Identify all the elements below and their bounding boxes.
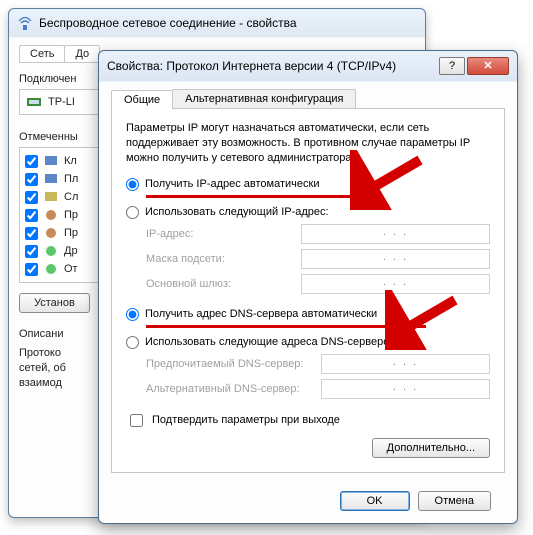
- checkbox[interactable]: [25, 209, 38, 222]
- tab-network[interactable]: Сеть: [19, 45, 65, 62]
- radio-ip-auto[interactable]: [126, 178, 139, 191]
- front-titlebar[interactable]: Свойства: Протокол Интернета версии 4 (T…: [99, 51, 517, 81]
- ipv4-properties-window: Свойства: Протокол Интернета версии 4 (T…: [98, 50, 518, 524]
- dns-pref-input[interactable]: [321, 354, 490, 374]
- driver-icon: [43, 243, 59, 259]
- client-icon: [43, 153, 59, 169]
- validate-label: Подтвердить параметры при выходе: [152, 414, 340, 426]
- protocol-icon: [43, 207, 59, 223]
- validate-checkbox[interactable]: [130, 414, 143, 427]
- ip-address-input[interactable]: [301, 224, 490, 244]
- radio-dns-auto[interactable]: [126, 308, 139, 321]
- close-button[interactable]: ✕: [467, 57, 509, 75]
- front-tab-bar: Общие Альтернативная конфигурация: [111, 89, 505, 109]
- gateway-input[interactable]: [301, 274, 490, 294]
- list-item-label: От: [64, 263, 78, 275]
- ip-address-label: IP-адрес:: [146, 228, 301, 240]
- dns-pref-label: Предпочитаемый DNS-сервер:: [146, 358, 321, 370]
- list-item-label: Пр: [64, 227, 78, 239]
- ip-description: Параметры IP могут назначаться автоматич…: [126, 121, 490, 166]
- radio-ip-manual-label: Использовать следующий IP-адрес:: [145, 206, 329, 218]
- back-title: Беспроводное сетевое соединение - свойст…: [39, 16, 297, 30]
- checkbox[interactable]: [25, 173, 38, 186]
- radio-ip-auto-label: Получить IP-адрес автоматически: [145, 178, 319, 190]
- list-item-label: Кл: [64, 155, 77, 167]
- help-button[interactable]: ?: [439, 57, 465, 75]
- checkbox[interactable]: [25, 191, 38, 204]
- checkbox[interactable]: [25, 155, 38, 168]
- checkbox[interactable]: [25, 263, 38, 276]
- gateway-label: Основной шлюз:: [146, 278, 301, 290]
- list-item-label: Др: [64, 245, 78, 257]
- highlight-ip-auto: [146, 195, 376, 198]
- scheduler-icon: [43, 171, 59, 187]
- radio-dns-manual-label: Использовать следующие адреса DNS-сервер…: [145, 336, 398, 348]
- list-item-label: Пр: [64, 209, 78, 221]
- dns-alt-input[interactable]: [321, 379, 490, 399]
- ok-button[interactable]: OK: [340, 491, 410, 511]
- adapter-name: TP-LI: [48, 96, 75, 108]
- protocol-icon: [43, 225, 59, 241]
- subnet-mask-input[interactable]: [301, 249, 490, 269]
- install-button[interactable]: Установ: [19, 293, 90, 313]
- highlight-dns-auto: [146, 325, 426, 328]
- tab-general[interactable]: Общие: [111, 90, 173, 109]
- tab-sharing[interactable]: До: [64, 45, 100, 62]
- general-panel: Параметры IP могут назначаться автоматич…: [111, 109, 505, 473]
- back-titlebar: Беспроводное сетевое соединение - свойст…: [9, 9, 425, 37]
- tab-alternate[interactable]: Альтернативная конфигурация: [172, 89, 356, 108]
- nic-icon: [26, 94, 42, 110]
- wireless-icon: [17, 15, 33, 31]
- advanced-button[interactable]: Дополнительно...: [372, 438, 490, 458]
- checkbox[interactable]: [25, 227, 38, 240]
- dns-alt-label: Альтернативный DNS-сервер:: [146, 383, 321, 395]
- list-item-label: Пл: [64, 173, 78, 185]
- service-icon: [43, 189, 59, 205]
- radio-ip-manual[interactable]: [126, 206, 139, 219]
- list-item-label: Сл: [64, 191, 78, 203]
- front-title: Свойства: Протокол Интернета версии 4 (T…: [107, 59, 396, 73]
- radio-dns-auto-label: Получить адрес DNS-сервера автоматически: [145, 308, 377, 320]
- responder-icon: [43, 261, 59, 277]
- checkbox[interactable]: [25, 245, 38, 258]
- cancel-button[interactable]: Отмена: [418, 491, 491, 511]
- radio-dns-manual[interactable]: [126, 336, 139, 349]
- mask-label: Маска подсети:: [146, 253, 301, 265]
